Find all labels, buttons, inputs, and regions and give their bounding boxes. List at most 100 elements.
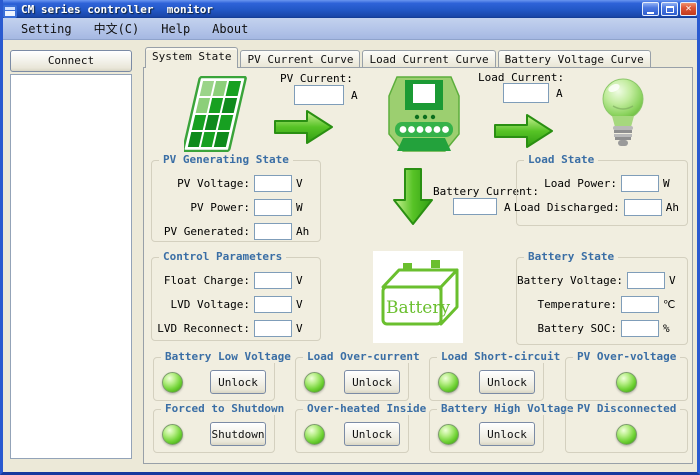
load-over-current-unlock-button[interactable]: Unlock [344, 370, 400, 394]
pv-generating-state-group: PV Generating State PV Voltage:V PV Powe… [151, 160, 321, 242]
pv-power-input[interactable] [254, 199, 292, 216]
solar-panel-icon [184, 76, 250, 156]
battery-voltage-label: Battery Voltage: [517, 274, 623, 287]
lvd-voltage-unit: V [296, 298, 312, 311]
lvd-reconnect-unit: V [296, 322, 312, 335]
float-charge-unit: V [296, 274, 312, 287]
pv-generated-label: PV Generated: [164, 225, 250, 238]
battery-soc-unit: % [663, 322, 679, 335]
pv-voltage-unit: V [296, 177, 312, 190]
connect-button[interactable]: Connect [10, 50, 132, 72]
pv-current-unit: A [351, 89, 358, 102]
menu-about[interactable]: About [201, 20, 259, 38]
status-title-load-short-circuit: Load Short-circuit [437, 350, 564, 363]
tab-battery-voltage-curve[interactable]: Battery Voltage Curve [498, 50, 651, 68]
battery-icon: Battery [373, 251, 463, 347]
load-short-circuit-unlock-button[interactable]: Unlock [479, 370, 535, 394]
load-discharged-unit: Ah [666, 201, 679, 214]
float-charge-label: Float Charge: [164, 274, 250, 287]
tab-pv-current-curve[interactable]: PV Current Curve [240, 50, 360, 68]
bulb-icon [599, 76, 647, 154]
lvd-reconnect-label: LVD Reconnect: [157, 322, 250, 335]
pv-generated-input[interactable] [254, 223, 292, 240]
tab-system-state[interactable]: System State [145, 47, 238, 68]
app-window: CM series controller monitor ✕ Setting 中… [0, 0, 700, 475]
battery-flow-arrow-icon [392, 167, 434, 231]
status-title-load-over-current: Load Over-current [303, 350, 424, 363]
status-title-over-heated-inside: Over-heated Inside [303, 402, 430, 415]
battery-voltage-unit: V [669, 274, 679, 287]
app-icon [3, 3, 17, 16]
battery-high-voltage-unlock-button[interactable]: Unlock [479, 422, 535, 446]
tab-strip: System State PV Current Curve Load Curre… [143, 47, 693, 68]
status-title-battery-high-voltage: Battery High Voltage [437, 402, 577, 415]
forced-to-shutdown-led [162, 424, 183, 445]
load-discharged-input[interactable] [624, 199, 662, 216]
load-state-group: Load State Load Power:W Load Discharged:… [516, 160, 688, 226]
menubar: Setting 中文(C) Help About [0, 18, 700, 40]
temperature-label: Temperature: [538, 298, 617, 311]
load-current-unit: A [556, 87, 563, 100]
pv-generating-state-title: PV Generating State [159, 153, 293, 166]
status-group-battery-high-voltage: Battery High Voltage Unlock [429, 409, 544, 453]
status-title-pv-over-voltage: PV Over-voltage [573, 350, 680, 363]
load-over-current-led [304, 372, 325, 393]
battery-high-voltage-led [438, 424, 459, 445]
forced-to-shutdown-button[interactable]: Shutdown [210, 422, 266, 446]
battery-low-voltage-led [162, 372, 183, 393]
control-parameters-title: Control Parameters [159, 250, 286, 263]
maximize-button[interactable] [661, 2, 678, 16]
load-short-circuit-led [438, 372, 459, 393]
temperature-unit: ℃ [663, 298, 679, 311]
load-power-input[interactable] [621, 175, 659, 192]
system-state-panel: PV Current: A L [143, 67, 693, 464]
pv-over-voltage-led [616, 372, 637, 393]
status-group-load-short-circuit: Load Short-circuit Unlock [429, 357, 544, 401]
menu-setting[interactable]: Setting [10, 20, 83, 38]
load-power-label: Load Power: [544, 177, 617, 190]
over-heated-inside-led [304, 424, 325, 445]
battery-voltage-input[interactable] [627, 272, 665, 289]
pv-power-unit: W [296, 201, 312, 214]
minimize-button[interactable] [642, 2, 659, 16]
lvd-voltage-input[interactable] [254, 296, 292, 313]
status-group-battery-low-voltage: Battery Low Voltage Unlock [153, 357, 275, 401]
pv-disconnected-led [616, 424, 637, 445]
battery-low-voltage-unlock-button[interactable]: Unlock [210, 370, 266, 394]
controller-icon [387, 74, 461, 156]
menu-help[interactable]: Help [150, 20, 201, 38]
battery-soc-label: Battery SOC: [538, 322, 617, 335]
load-current-input[interactable] [503, 83, 549, 103]
temperature-input[interactable] [621, 296, 659, 313]
status-group-pv-over-voltage: PV Over-voltage [565, 357, 688, 401]
status-group-pv-disconnected: PV Disconnected [565, 409, 688, 453]
status-title-pv-disconnected: PV Disconnected [573, 402, 680, 415]
load-flow-arrow-icon [493, 112, 555, 154]
load-discharged-label: Load Discharged: [514, 201, 620, 214]
lvd-voltage-label: LVD Voltage: [171, 298, 250, 311]
status-group-load-over-current: Load Over-current Unlock [295, 357, 409, 401]
status-group-forced-to-shutdown: Forced to Shutdown Shutdown [153, 409, 275, 453]
float-charge-input[interactable] [254, 272, 292, 289]
lvd-reconnect-input[interactable] [254, 320, 292, 337]
menu-chinese[interactable]: 中文(C) [83, 18, 151, 39]
tab-control: System State PV Current Curve Load Curre… [143, 47, 693, 464]
load-state-title: Load State [524, 153, 598, 166]
status-title-forced-to-shutdown: Forced to Shutdown [161, 402, 288, 415]
status-title-battery-low-voltage: Battery Low Voltage [161, 350, 295, 363]
titlebar: CM series controller monitor ✕ [0, 0, 700, 18]
pv-flow-arrow-icon [273, 108, 335, 150]
pv-voltage-input[interactable] [254, 175, 292, 192]
battery-icon-text: Battery [386, 298, 450, 318]
device-listbox[interactable] [10, 74, 132, 459]
tab-load-current-curve[interactable]: Load Current Curve [362, 50, 495, 68]
pv-current-input[interactable] [294, 85, 344, 105]
pv-generated-unit: Ah [296, 225, 312, 238]
battery-current-unit: A [504, 201, 511, 214]
close-button[interactable]: ✕ [680, 2, 697, 16]
battery-current-input[interactable] [453, 198, 497, 215]
control-parameters-group: Control Parameters Float Charge:V LVD Vo… [151, 257, 321, 341]
over-heated-inside-unlock-button[interactable]: Unlock [344, 422, 400, 446]
status-group-over-heated-inside: Over-heated Inside Unlock [295, 409, 409, 453]
battery-soc-input[interactable] [621, 320, 659, 337]
